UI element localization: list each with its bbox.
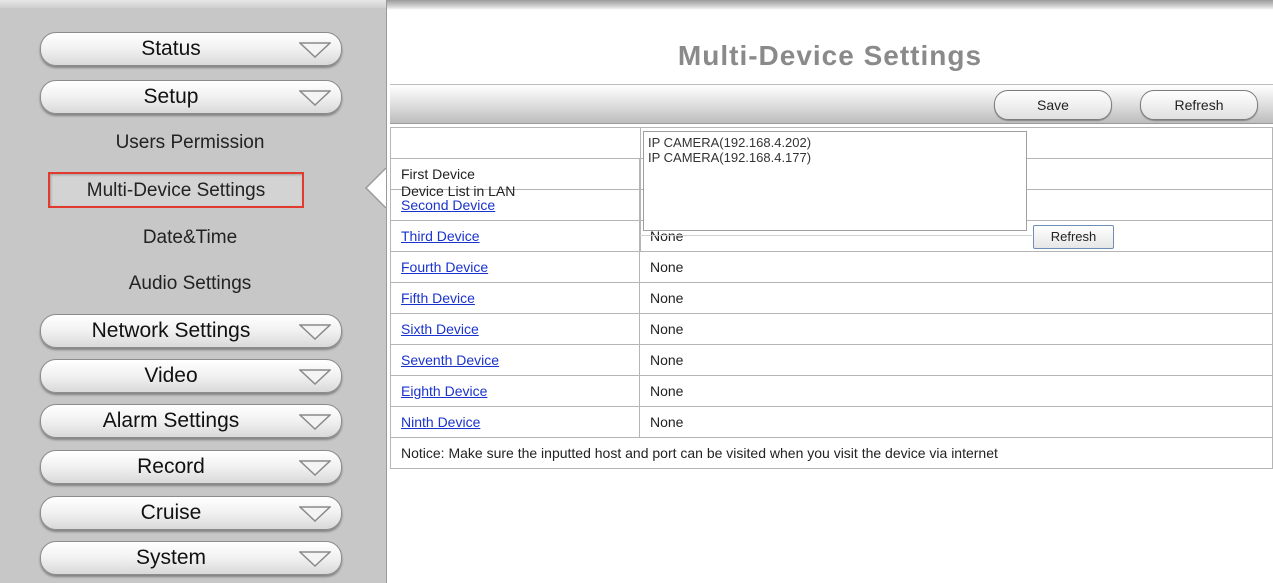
device-settings-table: Device List in LAN IP CAMERA(192.168.4.2… [390, 127, 1273, 469]
lan-device-item[interactable]: IP CAMERA(192.168.4.202) [648, 135, 1022, 150]
seventh-device-link[interactable]: Seventh Device [401, 352, 499, 368]
menu-record-button[interactable]: Record [40, 450, 342, 484]
device-label-cell: Sixth Device [390, 313, 640, 345]
lan-list-underline [640, 235, 1032, 236]
device-label-cell: Third Device [390, 220, 640, 252]
device-value-9: None [639, 406, 1273, 438]
refresh-button[interactable]: Refresh [1140, 90, 1258, 120]
submenu-users-permission[interactable]: Users Permission [40, 127, 340, 159]
menu-system-label: System [135, 546, 206, 569]
lan-device-row: Device List in LAN IP CAMERA(192.168.4.2… [390, 127, 1273, 252]
table-row: Seventh Device None [390, 344, 1273, 376]
menu-setup-button[interactable]: Setup [40, 80, 342, 114]
chevron-down-icon [299, 369, 331, 385]
menu-system-button[interactable]: System [40, 541, 342, 575]
device-label-cell: Fifth Device [390, 282, 640, 314]
menu-status-label: Status [141, 37, 201, 60]
ninth-device-link[interactable]: Ninth Device [401, 414, 480, 430]
lan-device-label: Device List in LAN [401, 183, 516, 199]
device-value-8: None [639, 375, 1273, 407]
save-button[interactable]: Save [994, 90, 1112, 120]
device-label-cell: Eighth Device [390, 375, 640, 407]
device-label-cell: Seventh Device [390, 344, 640, 376]
table-row: Eighth Device None [390, 375, 1273, 407]
menu-video-label: Video [144, 364, 198, 387]
chevron-down-icon [299, 551, 331, 567]
menu-alarm-settings-label: Alarm Settings [102, 409, 240, 432]
chevron-down-icon [299, 414, 331, 430]
submenu-multi-device-settings[interactable]: Multi-Device Settings [48, 172, 304, 208]
device-value-5: None [639, 282, 1273, 314]
lan-device-list[interactable]: IP CAMERA(192.168.4.202) IP CAMERA(192.1… [643, 131, 1027, 231]
menu-video-button[interactable]: Video [40, 359, 342, 393]
second-device-link[interactable]: Second Device [401, 197, 495, 213]
table-row: Fourth Device None [390, 251, 1273, 283]
lan-refresh-button[interactable]: Refresh [1033, 225, 1114, 249]
submenu-audio-settings[interactable]: Audio Settings [40, 268, 340, 300]
table-row: Sixth Device None [390, 313, 1273, 345]
menu-setup-label: Setup [143, 85, 199, 108]
table-row: Ninth Device None [390, 406, 1273, 438]
menu-network-settings-label: Network Settings [91, 319, 251, 342]
sidebar: Status Setup Users Permission Multi-Devi… [0, 0, 387, 583]
chevron-down-icon [299, 506, 331, 522]
table-row: Fifth Device None [390, 282, 1273, 314]
device-value-4: None [639, 251, 1273, 283]
menu-cruise-label: Cruise [140, 501, 202, 524]
eighth-device-link[interactable]: Eighth Device [401, 383, 487, 399]
fourth-device-link[interactable]: Fourth Device [401, 259, 488, 275]
menu-record-label: Record [137, 455, 205, 478]
third-device-link[interactable]: Third Device [401, 228, 480, 244]
lan-cell-divider [640, 128, 641, 252]
lan-device-cell: Device List in LAN IP CAMERA(192.168.4.2… [390, 127, 1273, 252]
chevron-down-icon [299, 324, 331, 340]
sidebar-top-border [0, 0, 386, 8]
chevron-down-icon [299, 90, 331, 106]
main-panel: Multi-Device Settings Save Refresh Devic… [387, 0, 1273, 583]
notice-text: Notice: Make sure the inputted host and … [390, 437, 1273, 469]
toolbar: Save Refresh [390, 84, 1273, 124]
device-label-cell: Fourth Device [390, 251, 640, 283]
collapse-sidebar-icon[interactable] [360, 168, 386, 208]
chevron-down-icon [299, 42, 331, 58]
page-title: Multi-Device Settings [677, 40, 983, 71]
sixth-device-link[interactable]: Sixth Device [401, 321, 479, 337]
submenu-date-time[interactable]: Date&Time [40, 222, 340, 254]
device-label-cell: Ninth Device [390, 406, 640, 438]
menu-alarm-settings-button[interactable]: Alarm Settings [40, 404, 342, 438]
main-top-border [387, 0, 1273, 10]
device-value-6: None [639, 313, 1273, 345]
chevron-down-icon [299, 460, 331, 476]
fifth-device-link[interactable]: Fifth Device [401, 290, 475, 306]
menu-status-button[interactable]: Status [40, 32, 342, 66]
menu-network-settings-button[interactable]: Network Settings [40, 314, 342, 348]
device-value-7: None [639, 344, 1273, 376]
menu-cruise-button[interactable]: Cruise [40, 496, 342, 530]
lan-device-item[interactable]: IP CAMERA(192.168.4.177) [648, 150, 1022, 165]
notice-row: Notice: Make sure the inputted host and … [390, 437, 1273, 469]
